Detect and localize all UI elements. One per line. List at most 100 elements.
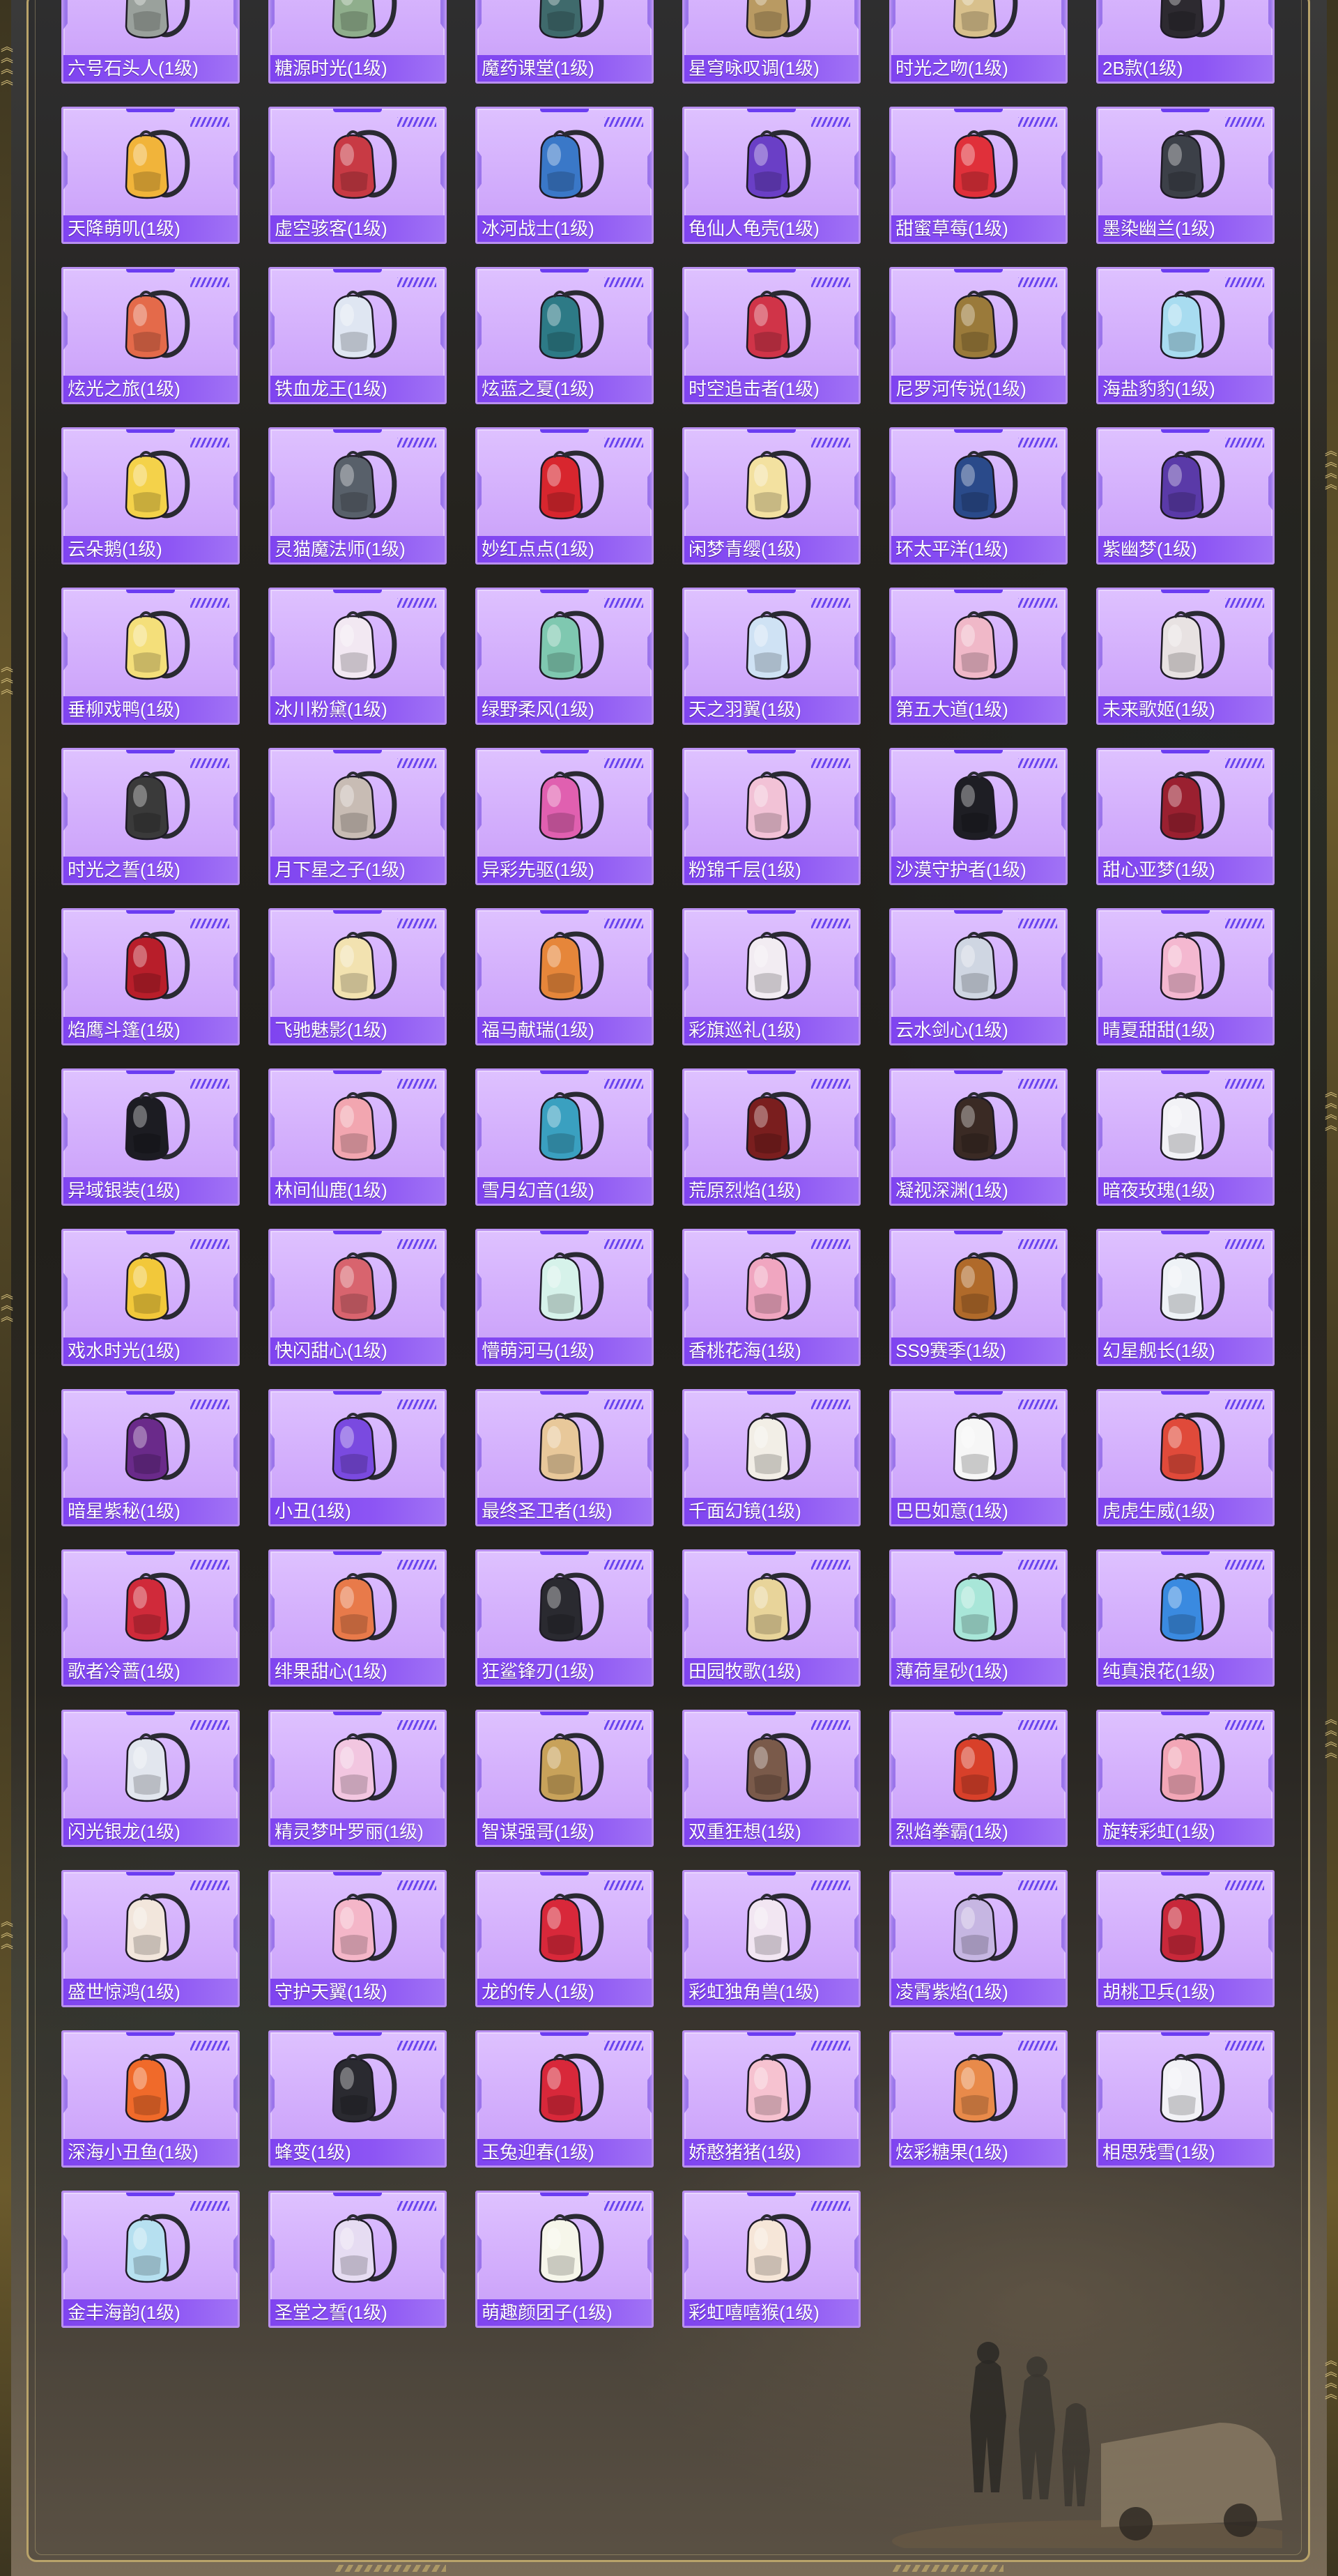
backpack-card[interactable]: 垂柳戏鸭(1级) xyxy=(61,588,240,725)
backpack-card[interactable]: 六号石头人(1级) xyxy=(61,0,240,84)
backpack-card[interactable]: 最终圣卫者(1级) xyxy=(475,1389,654,1526)
backpack-card[interactable]: 凌霄紫焰(1级) xyxy=(889,1870,1068,2007)
guard-wing-icon xyxy=(316,1883,403,1970)
backpack-card[interactable]: 沙漠守护者(1级) xyxy=(889,748,1068,885)
backpack-card[interactable]: 福马献瑞(1级) xyxy=(475,908,654,1045)
backpack-name-label: 垂柳戏鸭(1级) xyxy=(63,696,238,723)
backpack-card[interactable]: 焰鹰斗篷(1级) xyxy=(61,908,240,1045)
backpack-card[interactable]: 闪光银龙(1级) xyxy=(61,1710,240,1847)
backpack-card[interactable]: 圣堂之誓(1级) xyxy=(268,2191,447,2328)
phantom-backpack-icon xyxy=(316,921,403,1008)
card-side-notch xyxy=(440,952,445,991)
backpack-card[interactable]: 林间仙鹿(1级) xyxy=(268,1068,447,1206)
backpack-card[interactable]: 天之羽翼(1级) xyxy=(682,588,861,725)
backpack-card[interactable]: 巴巴如意(1级) xyxy=(889,1389,1068,1526)
backpack-card[interactable]: 千面幻镜(1级) xyxy=(682,1389,861,1526)
backpack-card[interactable]: 环太平洋(1级) xyxy=(889,427,1068,565)
backpack-card[interactable]: 凝视深渊(1级) xyxy=(889,1068,1068,1206)
backpack-card[interactable]: 烈焰拳霸(1级) xyxy=(889,1710,1068,1847)
backpack-card[interactable]: 双重狂想(1级) xyxy=(682,1710,861,1847)
backpack-card[interactable]: 月下星之子(1级) xyxy=(268,748,447,885)
card-side-notch xyxy=(891,631,895,670)
backpack-name-label: 薄荷星砂(1级) xyxy=(891,1658,1066,1685)
backpack-card[interactable]: 雪月幻音(1级) xyxy=(475,1068,654,1206)
backpack-card[interactable]: 墨染幽兰(1级) xyxy=(1096,107,1275,244)
backpack-card[interactable]: 妙红点点(1级) xyxy=(475,427,654,565)
backpack-card[interactable]: 彩虹独角兽(1级) xyxy=(682,1870,861,2007)
backpack-card[interactable]: 甜心亚梦(1级) xyxy=(1096,748,1275,885)
backpack-card[interactable]: 娇憨猪猪(1级) xyxy=(682,2030,861,2168)
backpack-card[interactable]: 智谋强哥(1级) xyxy=(475,1710,654,1847)
backpack-card[interactable]: 幻星舰长(1级) xyxy=(1096,1229,1275,1366)
backpack-card[interactable]: 香桃花海(1级) xyxy=(682,1229,861,1366)
backpack-card[interactable]: 甜蜜草莓(1级) xyxy=(889,107,1068,244)
backpack-card[interactable]: 龟仙人龟壳(1级) xyxy=(682,107,861,244)
backpack-card[interactable]: 异域银装(1级) xyxy=(61,1068,240,1206)
backpack-card[interactable]: 时光之吻(1级) xyxy=(889,0,1068,84)
backpack-card[interactable]: 薄荷星砂(1级) xyxy=(889,1549,1068,1687)
backpack-card[interactable]: 炫蓝之夏(1级) xyxy=(475,267,654,404)
chick-backpack-icon xyxy=(109,120,196,206)
backpack-card[interactable]: 守护天翼(1级) xyxy=(268,1870,447,2007)
backpack-name-label: 最终圣卫者(1级) xyxy=(477,1498,652,1524)
backpack-card[interactable]: 旋转彩虹(1级) xyxy=(1096,1710,1275,1847)
backpack-card[interactable]: 紫幽梦(1级) xyxy=(1096,427,1275,565)
card-stripes-decoration xyxy=(811,438,850,447)
backpack-card[interactable]: 冰河战士(1级) xyxy=(475,107,654,244)
backpack-card[interactable]: 戏水时光(1级) xyxy=(61,1229,240,1366)
backpack-card[interactable]: 天降萌叽(1级) xyxy=(61,107,240,244)
backpack-card[interactable]: 魔药课堂(1级) xyxy=(475,0,654,84)
backpack-card[interactable]: 云水剑心(1级) xyxy=(889,908,1068,1045)
backpack-card[interactable]: 炫光之旅(1级) xyxy=(61,267,240,404)
card-side-notch xyxy=(440,1593,445,1632)
backpack-card[interactable]: 第五大道(1级) xyxy=(889,588,1068,725)
backpack-card[interactable]: 歌者冷蔷(1级) xyxy=(61,1549,240,1687)
backpack-card[interactable]: 灵猫魔法师(1级) xyxy=(268,427,447,565)
backpack-card[interactable]: 盛世惊鸿(1级) xyxy=(61,1870,240,2007)
backpack-card[interactable]: 纯真浪花(1级) xyxy=(1096,1549,1275,1687)
backpack-card[interactable]: 暗夜玫瑰(1级) xyxy=(1096,1068,1275,1206)
backpack-card[interactable]: 金丰海韵(1级) xyxy=(61,2191,240,2328)
backpack-card[interactable]: 海盐豹豹(1级) xyxy=(1096,267,1275,404)
backpack-card[interactable]: 荒原烈焰(1级) xyxy=(682,1068,861,1206)
backpack-name-label: 彩虹嘻嘻猴(1级) xyxy=(684,2299,859,2326)
backpack-card[interactable]: 彩旗巡礼(1级) xyxy=(682,908,861,1045)
backpack-card[interactable]: 暗星紫秘(1级) xyxy=(61,1389,240,1526)
backpack-card[interactable]: 龙的传人(1级) xyxy=(475,1870,654,2007)
backpack-card[interactable]: 萌趣颜团子(1级) xyxy=(475,2191,654,2328)
backpack-card[interactable]: 蜂变(1级) xyxy=(268,2030,447,2168)
backpack-card[interactable]: 相思残雪(1级) xyxy=(1096,2030,1275,2168)
backpack-card[interactable]: 闲梦青缨(1级) xyxy=(682,427,861,565)
backpack-card[interactable]: 粉锦千层(1级) xyxy=(682,748,861,885)
backpack-card[interactable]: 炫彩糖果(1级) xyxy=(889,2030,1068,2168)
backpack-card[interactable]: 懵萌河马(1级) xyxy=(475,1229,654,1366)
backpack-card[interactable]: 时光之誓(1级) xyxy=(61,748,240,885)
backpack-card[interactable]: SS9赛季(1级) xyxy=(889,1229,1068,1366)
backpack-card[interactable]: 铁血龙王(1级) xyxy=(268,267,447,404)
backpack-card[interactable]: 狂鲨锋刃(1级) xyxy=(475,1549,654,1687)
backpack-card[interactable]: 飞驰魅影(1级) xyxy=(268,908,447,1045)
backpack-card[interactable]: 星穹咏叹调(1级) xyxy=(682,0,861,84)
backpack-card[interactable]: 虚空骇客(1级) xyxy=(268,107,447,244)
backpack-card[interactable]: 时空追击者(1级) xyxy=(682,267,861,404)
backpack-card[interactable]: 虎虎生威(1级) xyxy=(1096,1389,1275,1526)
backpack-card[interactable]: 快闪甜心(1级) xyxy=(268,1229,447,1366)
backpack-card[interactable]: 小丑(1级) xyxy=(268,1389,447,1526)
backpack-card[interactable]: 精灵梦叶罗丽(1级) xyxy=(268,1710,447,1847)
backpack-name-label: 天之羽翼(1级) xyxy=(684,696,859,723)
backpack-card[interactable]: 深海小丑鱼(1级) xyxy=(61,2030,240,2168)
backpack-card[interactable]: 绯果甜心(1级) xyxy=(268,1549,447,1687)
backpack-card[interactable]: 糖源时光(1级) xyxy=(268,0,447,84)
backpack-card[interactable]: 绿野柔风(1级) xyxy=(475,588,654,725)
backpack-card[interactable]: 尼罗河传说(1级) xyxy=(889,267,1068,404)
backpack-card[interactable]: 2B款(1级) xyxy=(1096,0,1275,84)
backpack-card[interactable]: 未来歌姬(1级) xyxy=(1096,588,1275,725)
backpack-card[interactable]: 晴夏甜甜(1级) xyxy=(1096,908,1275,1045)
backpack-card[interactable]: 彩虹嘻嘻猴(1级) xyxy=(682,2191,861,2328)
backpack-card[interactable]: 云朵鹅(1级) xyxy=(61,427,240,565)
backpack-card[interactable]: 玉兔迎春(1级) xyxy=(475,2030,654,2168)
backpack-card[interactable]: 冰川粉黛(1级) xyxy=(268,588,447,725)
backpack-card[interactable]: 田园牧歌(1级) xyxy=(682,1549,861,1687)
backpack-card[interactable]: 异彩先驱(1级) xyxy=(475,748,654,885)
backpack-card[interactable]: 胡桃卫兵(1级) xyxy=(1096,1870,1275,2007)
